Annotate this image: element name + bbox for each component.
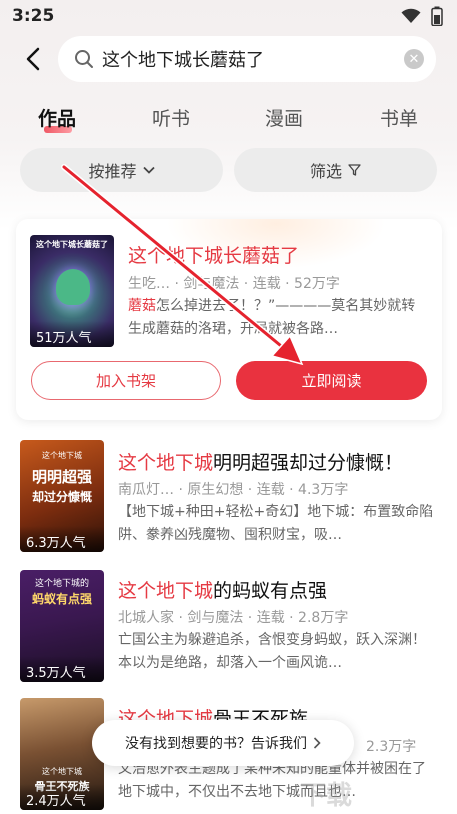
wifi-icon bbox=[401, 8, 421, 23]
popularity-badge: 2.4万人气 bbox=[20, 784, 104, 810]
popularity-badge: 6.3万人气 bbox=[20, 526, 104, 552]
search-row: 这个地下城长蘑菇了 ✕ bbox=[0, 36, 457, 82]
book-description: 亡国公主为躲避追杀，含恨变身蚂蚁，跃入深渊！本以为是绝路，却落入一个画风诡… bbox=[118, 632, 426, 671]
search-icon bbox=[75, 50, 93, 68]
back-arrow-icon[interactable] bbox=[22, 46, 46, 72]
feedback-button[interactable]: 没有找到想要的书？告诉我们 bbox=[92, 720, 354, 766]
status-bar: 3:25 bbox=[0, 0, 457, 32]
book-meta: 南瓜灯… · 原生幻想 · 连载 · 4.3万字 bbox=[118, 482, 349, 498]
featured-book-card[interactable]: 这个地下城长蘑菇了 51万人气 这个地下城长蘑菇了 生吃… · 剑与魔法 · 连… bbox=[16, 219, 442, 420]
popularity-badge: 51万人气 bbox=[30, 321, 114, 347]
book-title[interactable]: 这个地下城明明超强却过分慷慨！ bbox=[118, 448, 403, 475]
funnel-icon bbox=[348, 164, 361, 176]
clear-icon[interactable]: ✕ bbox=[404, 49, 424, 69]
chevron-down-icon bbox=[142, 166, 155, 174]
book-description: 蘑菇怎么掉进去了！？”————莫名其妙就转生成蘑菇的洛珺，开局就被各路… bbox=[128, 295, 428, 341]
book-title-rest: 的蚂蚁有点强 bbox=[213, 580, 328, 602]
cover-line: 却过分慷慨 bbox=[31, 490, 92, 504]
sort-label: 按推荐 bbox=[88, 162, 137, 181]
result-tabs: 作品 听书 漫画 书单 bbox=[0, 100, 457, 140]
battery-icon bbox=[431, 6, 443, 26]
mushroom-figure bbox=[56, 269, 90, 305]
cover-line: 这个地下城 bbox=[42, 767, 82, 776]
read-now-button[interactable]: 立即阅读 bbox=[236, 361, 427, 400]
cover-line: 明明超强 bbox=[31, 468, 92, 486]
book-cover[interactable]: 这个地下城 骨王不死族 2.4万人气 bbox=[20, 698, 104, 810]
tab-audiobooks[interactable]: 听书 bbox=[152, 104, 190, 131]
tab-works[interactable]: 作品 bbox=[38, 104, 76, 131]
desc-highlight: 蘑菇 bbox=[128, 298, 156, 314]
feedback-label: 没有找到想要的书？告诉我们 bbox=[125, 736, 307, 752]
book-cover[interactable]: 这个地下城 明明超强 却过分慷慨 6.3万人气 bbox=[20, 440, 104, 552]
popularity-badge: 3.5万人气 bbox=[20, 656, 104, 682]
cover-title: 这个地下城长蘑菇了 bbox=[36, 240, 108, 249]
desc-text: 怎么掉进去了！？”————莫名其妙就转生成蘑菇的洛珺，开局就被各路… bbox=[128, 298, 416, 337]
status-icons bbox=[401, 6, 443, 26]
book-title[interactable]: 这个地下城长蘑菇了 bbox=[128, 241, 299, 268]
cover-line: 这个地下城 bbox=[42, 451, 82, 460]
book-description: 【地下城+种田+轻松+奇幻】地下城：布置致命陷阱、豢养凶残魔物、囤积财宝，吸… bbox=[118, 504, 434, 543]
book-meta: 生吃… · 剑与魔法 · 连载 · 52万字 bbox=[128, 276, 340, 292]
book-meta: 北城人家 · 剑与魔法 · 连载 · 2.8万字 bbox=[118, 610, 349, 626]
cover-line: 这个地下城的 bbox=[34, 579, 89, 589]
book-title-highlight: 这个地下城 bbox=[118, 580, 214, 602]
sort-dropdown-button[interactable]: 按推荐 bbox=[20, 148, 223, 192]
book-cover[interactable]: 这个地下城的 蚂蚁有点强 3.5万人气 bbox=[20, 570, 104, 682]
search-query: 这个地下城长蘑菇了 bbox=[102, 50, 264, 71]
add-to-shelf-button[interactable]: 加入书架 bbox=[31, 361, 221, 400]
book-cover[interactable]: 这个地下城长蘑菇了 51万人气 bbox=[30, 235, 114, 347]
book-meta: 2.3万字 bbox=[366, 739, 417, 755]
filter-label: 筛选 bbox=[309, 162, 342, 181]
book-title-rest: 明明超强却过分慷慨！ bbox=[213, 452, 404, 474]
tab-booklists[interactable]: 书单 bbox=[380, 104, 418, 131]
search-input[interactable]: 这个地下城长蘑菇了 ✕ bbox=[58, 36, 436, 82]
book-title-highlight: 这个地下城 bbox=[118, 452, 214, 474]
watermark: 下载 bbox=[300, 781, 353, 811]
cover-line: 蚂蚁有点强 bbox=[31, 592, 92, 606]
book-title[interactable]: 这个地下城的蚂蚁有点强 bbox=[118, 576, 327, 603]
status-time: 3:25 bbox=[12, 6, 55, 26]
list-item[interactable]: 这个地下城的 蚂蚁有点强 3.5万人气 这个地下城的蚂蚁有点强 北城人家 · 剑… bbox=[0, 570, 457, 688]
filter-button[interactable]: 筛选 bbox=[234, 148, 437, 192]
tab-comics[interactable]: 漫画 bbox=[265, 104, 303, 131]
list-item[interactable]: 这个地下城 明明超强 却过分慷慨 6.3万人气 这个地下城明明超强却过分慷慨！ … bbox=[0, 440, 457, 558]
book-title-highlight: 这个地下城长蘑菇了 bbox=[128, 245, 300, 267]
chevron-right-icon bbox=[313, 737, 321, 749]
